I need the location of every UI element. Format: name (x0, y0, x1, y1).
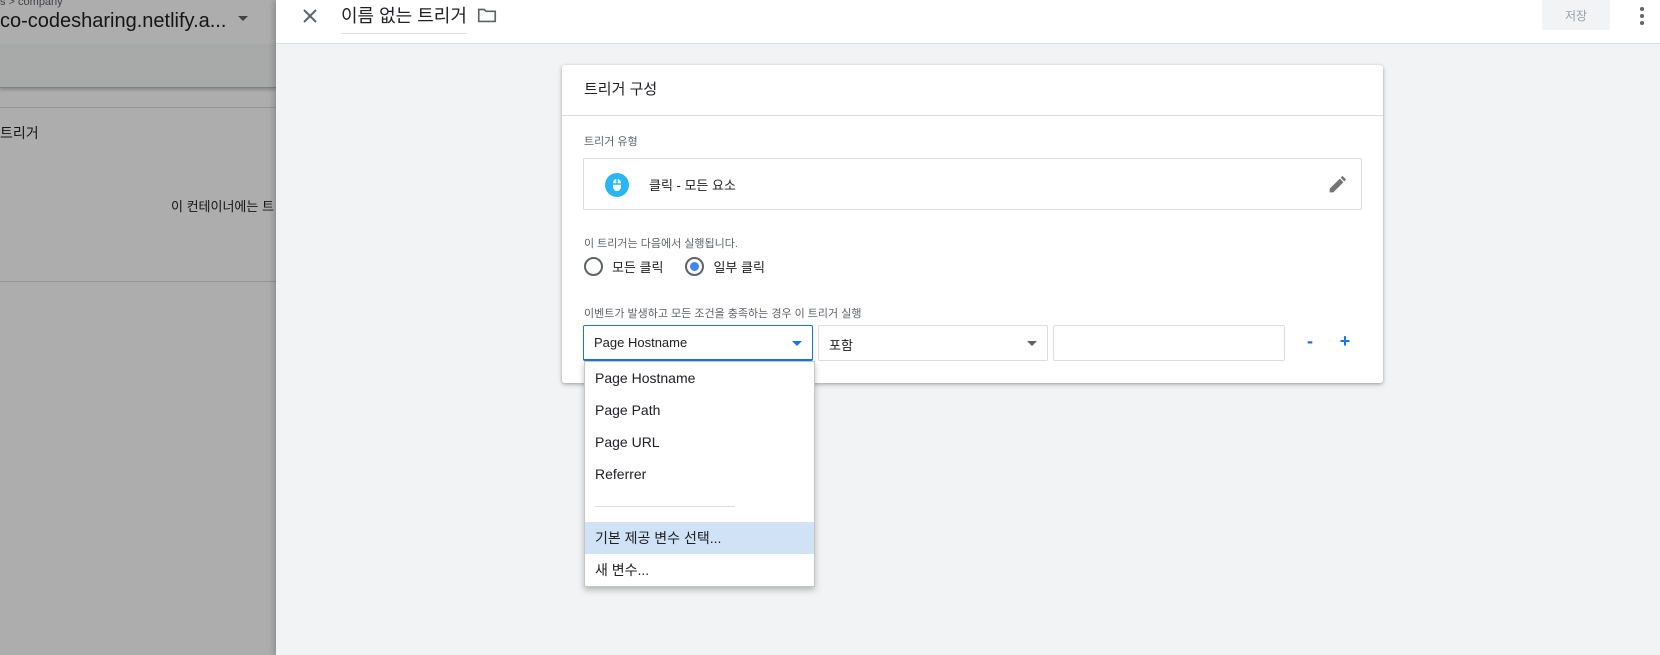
radio-some-clicks[interactable]: 일부 클릭 (685, 257, 765, 276)
dropdown-item-referrer[interactable]: Referrer (585, 458, 814, 490)
dropdown-item-builtin-variables[interactable]: 기본 제공 변수 선택... (585, 522, 814, 554)
condition-label: 이벤트가 발생하고 모든 조건을 충족하는 경우 이 트리거 실행 (584, 308, 862, 320)
fires-on-radio-group: 모든 클릭 일부 클릭 (584, 257, 765, 276)
dropdown-divider (585, 490, 814, 522)
remove-condition-button[interactable]: - (1296, 327, 1324, 355)
trigger-configuration-card: 트리거 구성 트리거 유형 클릭 - 모든 요소 이 트리거는 다음에서 실행됩… (562, 65, 1383, 383)
dropdown-item-new-variable[interactable]: 새 변수... (585, 554, 814, 586)
radio-some-clicks-label: 일부 클릭 (713, 260, 765, 275)
variable-dropdown-menu: Page Hostname Page Path Page URL Referre… (584, 361, 815, 587)
more-vert-icon[interactable] (1630, 4, 1654, 28)
trigger-type-value: 클릭 - 모든 요소 (649, 178, 736, 193)
variable-select[interactable]: Page Hostname (583, 325, 813, 361)
dropdown-item-page-hostname[interactable]: Page Hostname (585, 362, 814, 394)
folder-icon[interactable] (476, 4, 498, 26)
radio-unchecked-icon (584, 257, 603, 276)
variable-select-caret-icon (792, 341, 802, 346)
radio-all-clicks[interactable]: 모든 클릭 (584, 257, 663, 276)
card-title: 트리거 구성 (562, 65, 1383, 116)
fires-on-label: 이 트리거는 다음에서 실행됩니다. (584, 238, 738, 250)
trigger-name-field[interactable]: 이름 없는 트리거 (341, 2, 467, 34)
operator-select-caret-icon (1027, 341, 1037, 346)
dropdown-item-page-url[interactable]: Page URL (585, 426, 814, 458)
close-icon[interactable] (298, 4, 322, 28)
variable-select-value: Page Hostname (594, 335, 688, 350)
mouse-click-icon (605, 173, 629, 197)
operator-select-value: 포함 (829, 338, 853, 353)
operator-select[interactable]: 포함 (818, 325, 1048, 361)
background-workspace: s > company co-codesharing.netlify.a... … (0, 0, 276, 655)
save-button[interactable]: 저장 (1542, 0, 1610, 30)
scrim-overlay[interactable] (0, 0, 276, 655)
trigger-type-selector[interactable]: 클릭 - 모든 요소 (583, 158, 1362, 210)
dropdown-item-page-path[interactable]: Page Path (585, 394, 814, 426)
condition-value-input[interactable] (1053, 325, 1285, 361)
panel-header: 이름 없는 트리거 저장 (276, 0, 1660, 44)
radio-checked-icon (685, 257, 705, 276)
add-condition-button[interactable]: + (1331, 327, 1359, 355)
trigger-type-label: 트리거 유형 (584, 136, 638, 148)
trigger-editor-panel: 이름 없는 트리거 저장 트리거 구성 트리거 유형 클릭 - 모든 요소 이 … (276, 0, 1660, 655)
edit-pencil-icon[interactable] (1326, 174, 1348, 196)
radio-all-clicks-label: 모든 클릭 (612, 260, 664, 275)
